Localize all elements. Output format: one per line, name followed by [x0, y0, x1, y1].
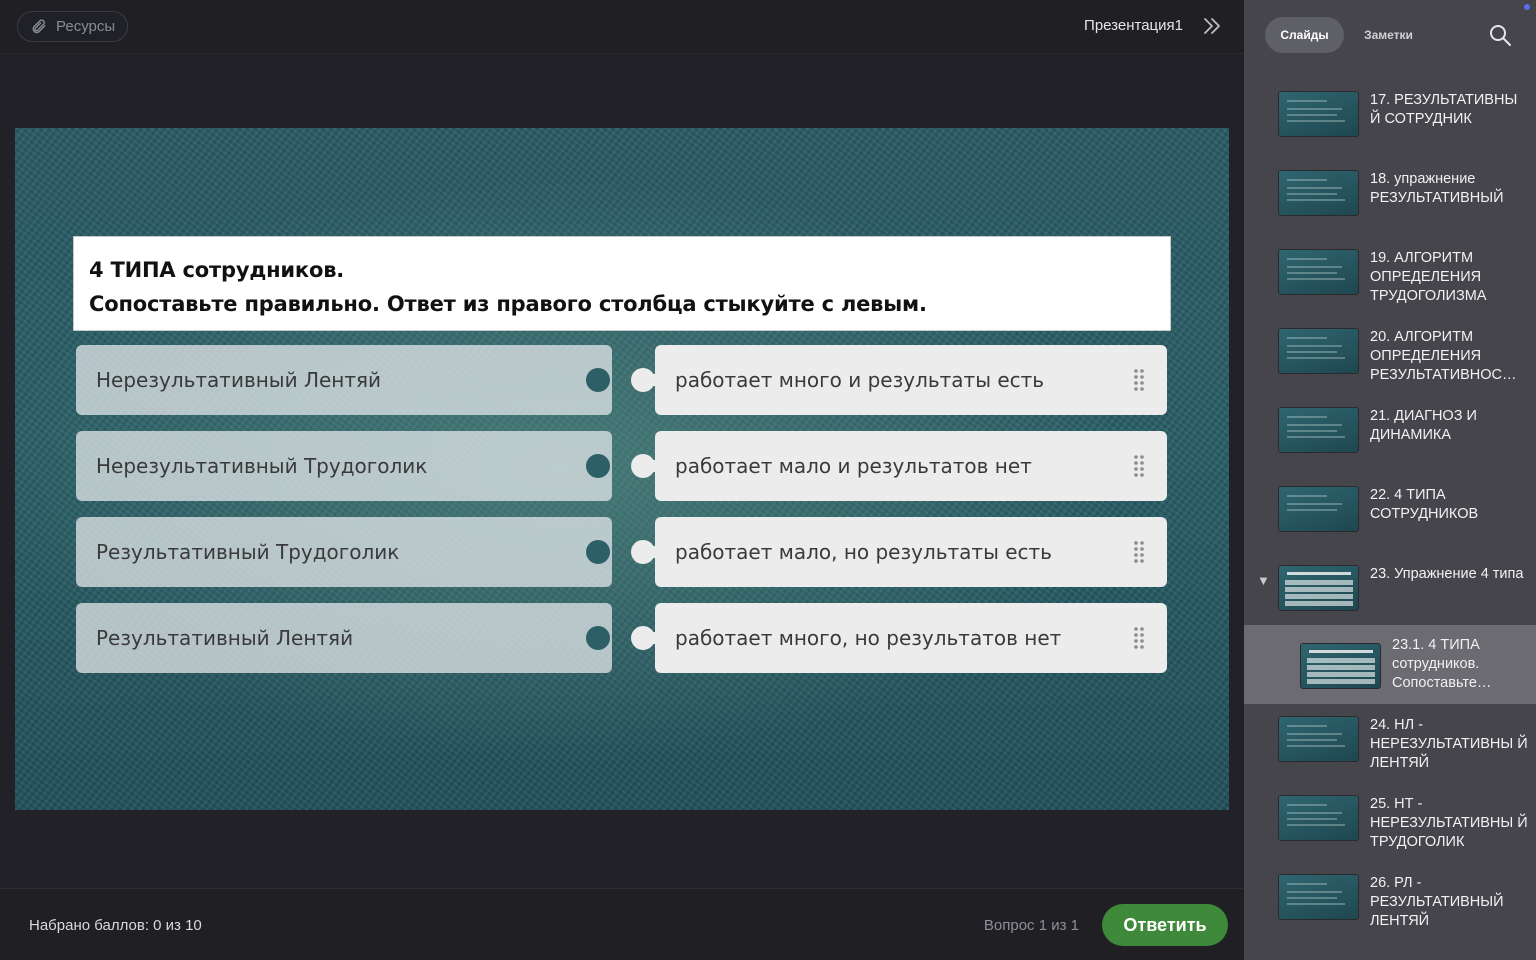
puzzle-notch: [586, 454, 610, 478]
question-box: 4 ТИПА сотрудников. Сопоставьте правильн…: [73, 236, 1171, 331]
slide-canvas: 4 ТИПА сотрудников. Сопоставьте правильн…: [15, 128, 1229, 810]
puzzle-tab-stem: [645, 632, 659, 644]
slide-list-item[interactable]: 18. упражнение РЕЗУЛЬТАТИВНЫЙ: [1244, 158, 1536, 237]
drag-handle-icon[interactable]: [1133, 454, 1145, 478]
slide-stage: 4 ТИПА сотрудников. Сопоставьте правильн…: [0, 55, 1244, 888]
tab-slides[interactable]: Слайды: [1265, 17, 1344, 53]
presentation-title: Презентация1: [1084, 17, 1183, 34]
search-icon[interactable]: [1488, 23, 1512, 47]
drag-handle-icon[interactable]: [1133, 368, 1145, 392]
slide-thumbnail: [1278, 407, 1359, 453]
slide-title: 23.1. 4 ТИПА сотрудников. Сопоставьте…: [1392, 637, 1492, 691]
slide-title: 26. РЛ - РЕЗУЛЬТАТИВНЫЙ ЛЕНТЯЙ: [1370, 875, 1504, 929]
question-title: 4 ТИПА сотрудников.: [89, 258, 345, 282]
top-bar: Ресурсы Презентация1: [0, 0, 1244, 54]
puzzle-tab-stem: [645, 546, 659, 558]
double-chevron-right-icon[interactable]: [1200, 14, 1224, 38]
drag-handle-icon[interactable]: [1133, 626, 1145, 650]
slide-title: 24. НЛ - НЕРЕЗУЛЬТАТИВНЫ Й ЛЕНТЯЙ: [1370, 717, 1528, 771]
resources-label: Ресурсы: [56, 18, 116, 35]
match-left-label: Результативный Лентяй: [96, 626, 354, 650]
match-left-label: Результативный Трудоголик: [96, 540, 400, 564]
slide-thumbnail: [1278, 716, 1359, 762]
quiz-player: Ресурсы Презентация1 4 ТИПА сотрудников.…: [0, 0, 1536, 960]
slide-title: 22. 4 ТИПА СОТРУДНИКОВ: [1370, 487, 1479, 522]
slide-list-item[interactable]: 19. АЛГОРИТМ ОПРЕДЕЛЕНИЯ ТРУДОГОЛИЗМА: [1244, 237, 1536, 316]
paperclip-icon: [32, 19, 46, 34]
slide-list-item-selected[interactable]: 23.1. 4 ТИПА сотрудников. Сопоставьте…: [1244, 625, 1536, 704]
match-right-label: работает много и результаты есть: [675, 368, 1045, 392]
match-left-item: Нерезультативный Трудоголик: [76, 431, 612, 501]
slide-title: 20. АЛГОРИТМ ОПРЕДЕЛЕНИЯ РЕЗУЛЬТАТИВНОС…: [1370, 329, 1517, 383]
match-left-item: Результативный Лентяй: [76, 603, 612, 673]
slide-title: 23. Упражнение 4 типа: [1370, 566, 1524, 582]
expand-arrow-icon[interactable]: ▼: [1257, 573, 1270, 588]
tab-notes[interactable]: Заметки: [1356, 17, 1421, 53]
slide-list-item[interactable]: ▼ 23. Упражнение 4 типа: [1244, 553, 1536, 632]
slide-thumbnail: [1278, 565, 1359, 611]
bottom-bar: Набрано баллов: 0 из 10 Вопрос 1 из 1 От…: [0, 888, 1244, 960]
drag-handle-icon[interactable]: [1133, 540, 1145, 564]
slide-list-item[interactable]: 25. НТ - НЕРЕЗУЛЬТАТИВНЫ Й ТРУДОГОЛИК: [1244, 783, 1536, 862]
slide-list-item[interactable]: 20. АЛГОРИТМ ОПРЕДЕЛЕНИЯ РЕЗУЛЬТАТИВНОС…: [1244, 316, 1536, 395]
indicator-dot: [1524, 4, 1530, 10]
slide-title: 17. РЕЗУЛЬТАТИВНЫ Й СОТРУДНИК: [1370, 92, 1518, 127]
slide-list-item[interactable]: 22. 4 ТИПА СОТРУДНИКОВ: [1244, 474, 1536, 553]
question-counter: Вопрос 1 из 1: [983, 917, 1079, 934]
slide-title: 19. АЛГОРИТМ ОПРЕДЕЛЕНИЯ ТРУДОГОЛИЗМА: [1370, 250, 1487, 304]
puzzle-notch: [586, 540, 610, 564]
puzzle-notch: [586, 368, 610, 392]
resources-button[interactable]: Ресурсы: [17, 11, 128, 42]
puzzle-notch: [586, 626, 610, 650]
match-right-draggable[interactable]: работает много и результаты есть: [631, 345, 1167, 415]
match-right-label: работает мало и результатов нет: [675, 454, 1032, 478]
slide-list-item[interactable]: 17. РЕЗУЛЬТАТИВНЫ Й СОТРУДНИК: [1244, 79, 1536, 158]
match-right-label: работает много, но результатов нет: [675, 626, 1062, 650]
match-left-item: Нерезультативный Лентяй: [76, 345, 612, 415]
match-right-label: работает мало, но результаты есть: [675, 540, 1052, 564]
sidebar: Слайды Заметки 17. РЕЗУЛЬТАТИВНЫ Й СОТРУ…: [1244, 0, 1536, 960]
slide-title: 21. ДИАГНОЗ И ДИНАМИКА: [1370, 408, 1477, 443]
score-text: Набрано баллов: 0 из 10: [29, 917, 202, 934]
slide-list-item[interactable]: 24. НЛ - НЕРЕЗУЛЬТАТИВНЫ Й ЛЕНТЯЙ: [1244, 704, 1536, 783]
match-right-draggable[interactable]: работает мало и результатов нет: [631, 431, 1167, 501]
match-left-label: Нерезультативный Лентяй: [96, 368, 382, 392]
slide-title: 25. НТ - НЕРЕЗУЛЬТАТИВНЫ Й ТРУДОГОЛИК: [1370, 796, 1528, 850]
slide-thumbnail: [1278, 91, 1359, 137]
slide-thumbnail: [1278, 486, 1359, 532]
slide-thumbnail: [1278, 795, 1359, 841]
question-instruction: Сопоставьте правильно. Ответ из правого …: [89, 292, 927, 316]
slide-thumbnail: [1278, 249, 1359, 295]
puzzle-tab-stem: [645, 374, 659, 386]
puzzle-tab-stem: [645, 460, 659, 472]
match-left-item: Результативный Трудоголик: [76, 517, 612, 587]
slide-thumbnail: [1300, 643, 1381, 689]
slide-thumbnail: [1278, 328, 1359, 374]
slide-list-item[interactable]: 21. ДИАГНОЗ И ДИНАМИКА: [1244, 395, 1536, 474]
submit-answer-button[interactable]: Ответить: [1102, 904, 1228, 946]
slide-title: 18. упражнение РЕЗУЛЬТАТИВНЫЙ: [1370, 171, 1504, 206]
match-right-draggable[interactable]: работает мало, но результаты есть: [631, 517, 1167, 587]
slide-thumbnail: [1278, 874, 1359, 920]
slide-list-item[interactable]: 26. РЛ - РЕЗУЛЬТАТИВНЫЙ ЛЕНТЯЙ: [1244, 862, 1536, 941]
match-right-draggable[interactable]: работает много, но результатов нет: [631, 603, 1167, 673]
match-left-label: Нерезультативный Трудоголик: [96, 454, 428, 478]
slide-thumbnail: [1278, 170, 1359, 216]
